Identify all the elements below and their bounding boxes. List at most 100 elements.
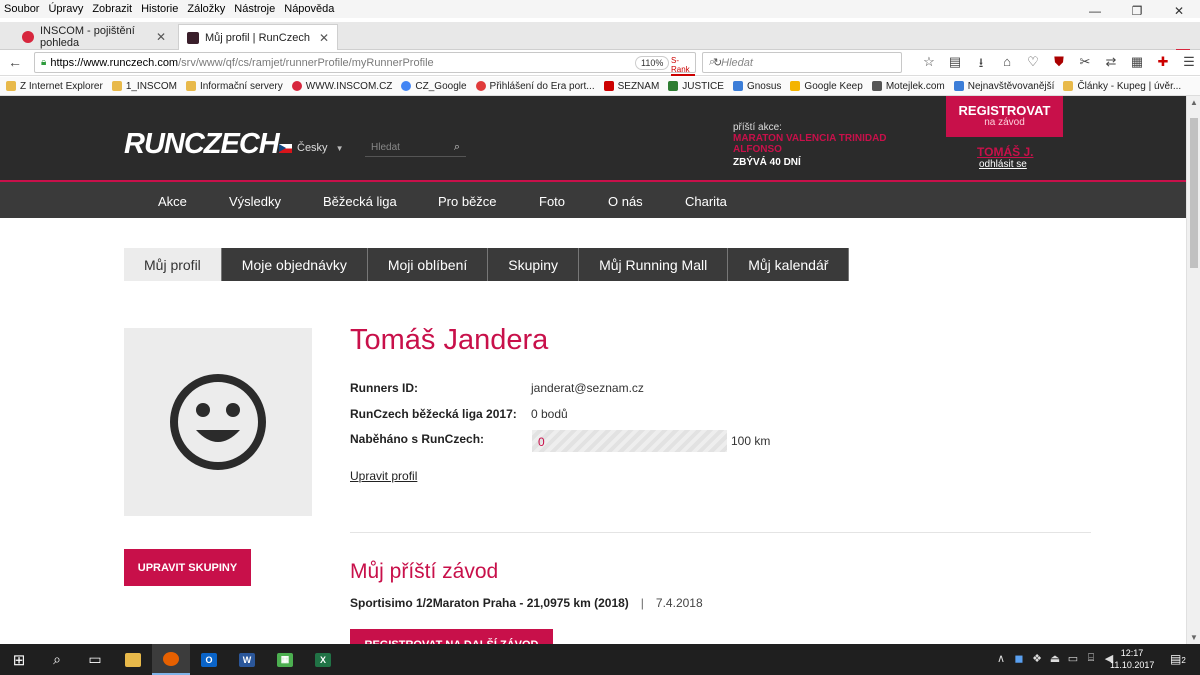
nav-item-league[interactable]: Běžecká liga xyxy=(323,194,397,209)
google-keep-icon xyxy=(790,81,801,91)
bookmark-item[interactable]: Gnosus xyxy=(732,81,781,92)
nav-item-photo[interactable]: Foto xyxy=(539,194,565,209)
taskbar-clock[interactable]: 12:17 11.10.2017 xyxy=(1110,647,1154,671)
usb-icon[interactable]: ⏏ xyxy=(1046,652,1064,665)
runczech-logo[interactable]: RUNCZECH xyxy=(124,128,280,161)
nav-item-charity[interactable]: Charita xyxy=(685,194,727,209)
excel-alt-button[interactable]: ▦ xyxy=(266,644,304,675)
hamburger-menu-icon[interactable]: ☰ xyxy=(1176,54,1200,76)
tab-my-profile[interactable]: Můj profil xyxy=(124,248,222,281)
scroll-down-icon[interactable]: ▼ xyxy=(1187,633,1200,642)
srank-badge[interactable]: S-Rank xyxy=(671,56,695,76)
nav-item-about[interactable]: O nás xyxy=(608,194,643,209)
outlook-button[interactable]: O xyxy=(190,644,228,675)
excel-button[interactable]: X xyxy=(304,644,342,675)
zoom-level[interactable]: 110% xyxy=(635,56,670,70)
monitor-icon[interactable]: ▭ xyxy=(1064,652,1082,665)
bookmark-item[interactable]: Motejlek.com xyxy=(871,81,945,92)
outlook-tray-icon[interactable]: ◼ xyxy=(1010,652,1028,665)
close-tab-icon[interactable]: ✕ xyxy=(319,31,329,45)
bookmark-item[interactable]: Články - Kupeg | úvěr... xyxy=(1063,81,1181,92)
bookmark-item[interactable]: Nejnavštěvovanější xyxy=(953,81,1054,92)
browser-tab-runczech[interactable]: Můj profil | RunCzech ✕ xyxy=(178,24,338,50)
restore-icon[interactable]: ❐ xyxy=(1116,0,1158,22)
czech-flag-icon xyxy=(279,143,292,153)
user-name-link[interactable]: TOMÁŠ J. xyxy=(977,145,1033,159)
menu-file[interactable]: Soubor xyxy=(4,3,39,15)
edit-groups-button[interactable]: UPRAVIT SKUPINY xyxy=(124,549,251,586)
search-button[interactable]: ⌕ xyxy=(38,644,76,675)
menu-bookmarks[interactable]: Záložky xyxy=(187,3,225,15)
firefox-button[interactable] xyxy=(152,644,190,675)
back-icon[interactable]: ← xyxy=(8,54,22,70)
word-button[interactable]: W xyxy=(228,644,266,675)
menu-help[interactable]: Nápověda xyxy=(284,3,334,15)
network-icon[interactable]: ⌸ xyxy=(1082,652,1100,665)
bookmark-item[interactable]: SEZNAM xyxy=(603,81,659,92)
bookmark-item[interactable]: CZ_Google xyxy=(401,81,467,92)
site-search-input[interactable]: Hledat ⌕ xyxy=(365,139,466,157)
screenshot-icon[interactable]: ▦ xyxy=(1124,54,1150,76)
next-race-name[interactable]: Sportisimo 1/2Maraton Praha - 21,0975 km… xyxy=(350,596,629,610)
task-view-button[interactable]: ▭ xyxy=(76,644,114,675)
logout-link[interactable]: odhlásit se xyxy=(979,159,1027,170)
bookmark-item[interactable]: WWW.INSCOM.CZ xyxy=(291,81,392,92)
windows-taskbar: ⊞ ⌕ ▭ O W ▦ X ∧ ◼ ❖ ⏏ ▭ ⌸ ◀ 12:17 11.10.… xyxy=(0,644,1200,675)
dropbox-icon[interactable]: ❖ xyxy=(1028,652,1046,665)
bookmark-item[interactable]: Přihlášení do Era port... xyxy=(475,81,595,92)
browser-navbar: ← 🔒︎ https://www.runczech.com/srv/www/qf… xyxy=(0,50,1200,76)
next-event-name[interactable]: MARATON VALENCIA TRINIDAD ALFONSO xyxy=(733,133,893,155)
menu-tools[interactable]: Nástroje xyxy=(234,3,275,15)
ublock-icon[interactable]: ⛊ xyxy=(1046,54,1072,76)
shuffle-icon[interactable]: ⇄ xyxy=(1098,54,1124,76)
download-icon[interactable]: ⭳ xyxy=(968,54,994,76)
scroll-up-icon[interactable]: ▲ xyxy=(1187,98,1200,107)
start-button[interactable]: ⊞ xyxy=(0,644,38,675)
bookmark-star-icon[interactable]: ☆ xyxy=(916,54,942,76)
pocket-icon[interactable]: ♡ xyxy=(1020,54,1046,76)
notification-icon: ▤ xyxy=(1170,652,1182,666)
word-icon: W xyxy=(239,652,255,667)
edit-profile-link[interactable]: Upravit profil xyxy=(350,469,417,483)
scrollbar-thumb[interactable] xyxy=(1190,118,1198,268)
bookmark-item[interactable]: Z Internet Explorer xyxy=(6,81,103,92)
nav-item-for-runners[interactable]: Pro běžce xyxy=(438,194,497,209)
bookmark-item[interactable]: Google Keep xyxy=(790,81,863,92)
tools-icon[interactable]: ✂ xyxy=(1072,54,1098,76)
avatar[interactable] xyxy=(124,328,312,516)
tab-my-favourites[interactable]: Moji oblíbení xyxy=(367,248,489,281)
system-tray: ∧ ◼ ❖ ⏏ ▭ ⌸ ◀ xyxy=(992,652,1118,665)
km-progress-bar: 0 xyxy=(532,430,727,452)
browser-tab-inscom[interactable]: INSCOM - pojištění pohleda ✕ xyxy=(14,24,174,50)
notification-center[interactable]: ▤2 xyxy=(1170,652,1186,666)
bookmark-item[interactable]: Informační servery xyxy=(185,81,283,92)
language-selector[interactable]: Česky ▼ xyxy=(279,142,343,154)
menu-history[interactable]: Historie xyxy=(141,3,178,15)
address-bar[interactable]: 🔒︎ https://www.runczech.com/srv/www/qf/c… xyxy=(34,52,722,76)
nav-item-results[interactable]: Výsledky xyxy=(229,194,281,209)
nav-item-events[interactable]: Akce xyxy=(158,194,187,209)
minimize-icon[interactable]: — xyxy=(1074,0,1116,22)
next-race-heading: Můj příští závod xyxy=(350,560,499,583)
tab-calendar[interactable]: Můj kalendář xyxy=(728,248,850,281)
file-explorer-button[interactable] xyxy=(114,644,152,675)
tab-title: INSCOM - pojištění pohleda xyxy=(40,25,135,49)
tab-running-mall[interactable]: Můj Running Mall xyxy=(579,248,729,281)
chevron-up-icon[interactable]: ∧ xyxy=(992,652,1010,665)
tab-groups[interactable]: Skupiny xyxy=(488,248,580,281)
bookmark-item[interactable]: JUSTICE xyxy=(668,81,724,92)
close-tab-icon[interactable]: ✕ xyxy=(156,30,166,44)
tab-my-orders[interactable]: Moje objednávky xyxy=(221,248,368,281)
register-next-race-button[interactable]: REGISTROVAT NA DALŠÍ ZÁVOD xyxy=(350,629,553,644)
close-window-icon[interactable]: ✕ xyxy=(1158,0,1200,22)
bookmark-item[interactable]: 1_INSCOM xyxy=(111,81,177,92)
page-scrollbar[interactable]: ▲ ▼ xyxy=(1186,96,1200,644)
search-icon[interactable]: ⌕ xyxy=(454,141,460,154)
register-button[interactable]: REGISTROVAT na závod xyxy=(946,96,1063,137)
reading-list-icon[interactable]: ▤ xyxy=(942,54,968,76)
browser-search-bar[interactable]: ⌕ Hledat xyxy=(702,52,902,73)
menu-edit[interactable]: Úpravy xyxy=(48,3,83,15)
home-icon[interactable]: ⌂ xyxy=(994,54,1020,76)
language-flag-icon[interactable]: ✚ xyxy=(1150,54,1176,76)
menu-view[interactable]: Zobrazit xyxy=(92,3,132,15)
